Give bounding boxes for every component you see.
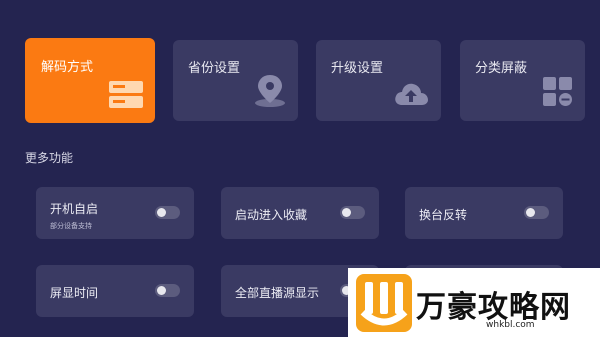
setting-channel-reverse[interactable]: 换台反转 [405, 187, 563, 239]
setting-sublabel: 部分设备支持 [50, 222, 92, 230]
server-icon [109, 81, 143, 113]
setting-launch-favorites[interactable]: 启动进入收藏 [221, 187, 379, 239]
setting-label: 启动进入收藏 [235, 208, 308, 222]
setting-label: 全部直播源显示 [235, 286, 320, 300]
card-category-block[interactable]: 分类屏蔽 [460, 40, 585, 121]
setting-label: 开机自启 [50, 202, 99, 216]
launch-favorites-toggle[interactable] [340, 206, 365, 219]
setting-auto-start[interactable]: 开机自启 部分设备支持 [36, 187, 194, 239]
watermark: 万豪攻略网 whkbl.com [348, 268, 600, 337]
card-label: 省份设置 [188, 61, 241, 76]
setting-screen-time[interactable]: 屏显时间 [36, 265, 194, 317]
setting-label: 换台反转 [419, 208, 468, 222]
card-label: 解码方式 [41, 60, 94, 75]
cloud-upload-icon [393, 81, 429, 111]
section-title-more-features: 更多功能 [25, 151, 74, 165]
channel-reverse-toggle[interactable] [524, 206, 549, 219]
card-label: 升级设置 [331, 61, 384, 76]
setting-label: 屏显时间 [50, 286, 99, 300]
auto-start-toggle[interactable] [155, 206, 180, 219]
location-pin-icon [254, 73, 286, 111]
watermark-logo-icon [356, 274, 412, 336]
screen-time-toggle[interactable] [155, 284, 180, 297]
watermark-url: whkbl.com [486, 320, 535, 330]
card-label: 分类屏蔽 [475, 61, 528, 76]
grid-block-icon [543, 77, 573, 111]
card-upgrade-settings[interactable]: 升级设置 [316, 40, 441, 121]
card-province-settings[interactable]: 省份设置 [173, 40, 298, 121]
card-decode-mode[interactable]: 解码方式 [25, 38, 155, 123]
